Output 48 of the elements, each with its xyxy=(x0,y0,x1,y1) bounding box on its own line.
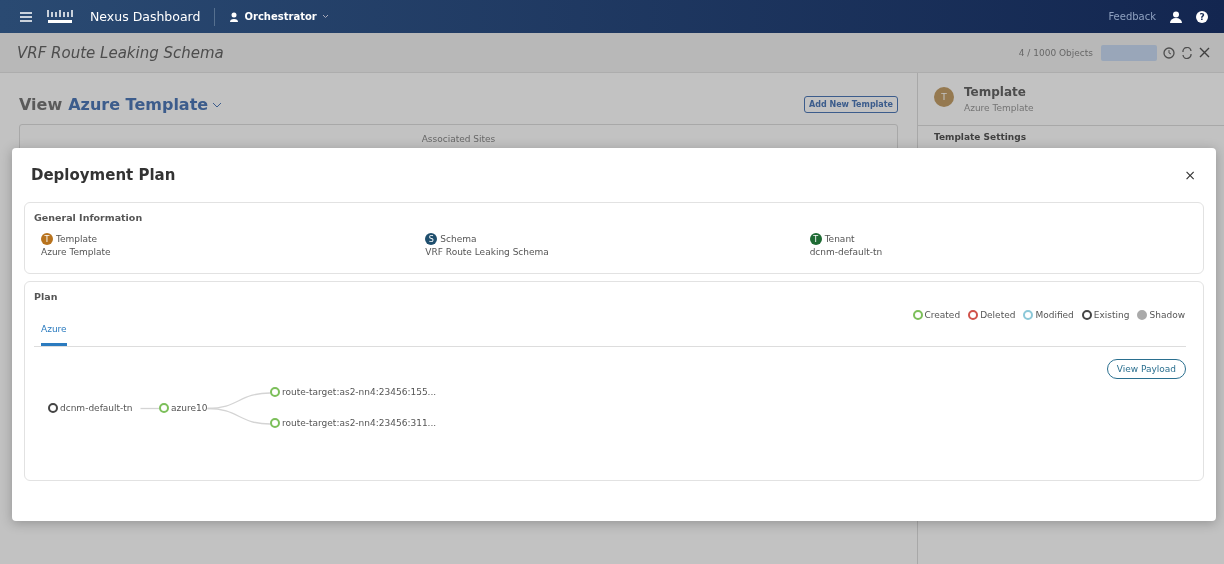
node-label[interactable]: dcnm-default-tn xyxy=(60,402,133,413)
person-icon xyxy=(229,11,240,22)
legend-label: Existing xyxy=(1093,310,1130,320)
refresh-icon[interactable] xyxy=(1181,46,1193,59)
legend-label: Modified xyxy=(1035,310,1074,320)
connector-line xyxy=(206,407,271,425)
node-label[interactable]: route-target:as2-nn4:23456:155... xyxy=(282,387,437,397)
app-title: Nexus Dashboard xyxy=(90,9,201,24)
object-count: 4 / 1000 Objects xyxy=(1018,47,1093,58)
type-badge: S xyxy=(425,233,438,245)
associated-sites-label: Associated Sites xyxy=(421,134,496,146)
info-value: Azure Template xyxy=(41,247,112,257)
connector-line xyxy=(139,407,160,410)
history-icon[interactable] xyxy=(1163,46,1175,59)
legend-label: Shadow xyxy=(1149,310,1185,320)
logo-icon xyxy=(46,8,76,25)
plan-tab[interactable]: Azure xyxy=(41,320,67,346)
info-label: Schema xyxy=(440,234,477,244)
panel-subtitle: Azure Template xyxy=(964,103,1034,113)
card-heading: Plan xyxy=(34,291,59,302)
app-switcher[interactable]: Orchestrator xyxy=(229,11,329,22)
template-avatar: T xyxy=(934,87,954,107)
view-label: View xyxy=(19,95,63,114)
help-icon[interactable]: ? xyxy=(1196,10,1208,23)
card-heading: General Information xyxy=(34,212,144,223)
node-label[interactable]: azure10 xyxy=(171,402,208,413)
type-badge: T xyxy=(809,233,822,245)
info-value: VRF Route Leaking Schema xyxy=(425,247,550,257)
info-label: Template xyxy=(56,234,98,244)
chevron-down-icon xyxy=(321,14,329,19)
view-payload-button[interactable]: View Payload xyxy=(1106,359,1186,379)
user-icon[interactable] xyxy=(1170,10,1182,23)
dialog-title: Deployment Plan xyxy=(31,166,176,184)
menu-icon[interactable] xyxy=(20,11,32,22)
feedback-link[interactable]: Feedback xyxy=(1108,11,1156,22)
close-button[interactable]: × xyxy=(1184,167,1196,183)
legend-label: Created xyxy=(924,310,961,320)
close-icon[interactable] xyxy=(1199,47,1210,58)
node-label[interactable]: route-target:as2-nn4:23456:311... xyxy=(282,418,437,428)
add-template-button[interactable]: Add New Template xyxy=(804,96,898,113)
schema-title: VRF Route Leaking Schema xyxy=(17,43,224,62)
info-value: dcnm-default-tn xyxy=(809,247,884,257)
info-label: Tenant xyxy=(824,234,855,244)
legend-label: Deleted xyxy=(980,310,1016,320)
type-badge: T xyxy=(41,233,53,245)
panel-title: Template xyxy=(964,85,1027,99)
template-dropdown[interactable]: Azure Template xyxy=(68,95,223,114)
chevron-down-icon xyxy=(212,101,223,108)
